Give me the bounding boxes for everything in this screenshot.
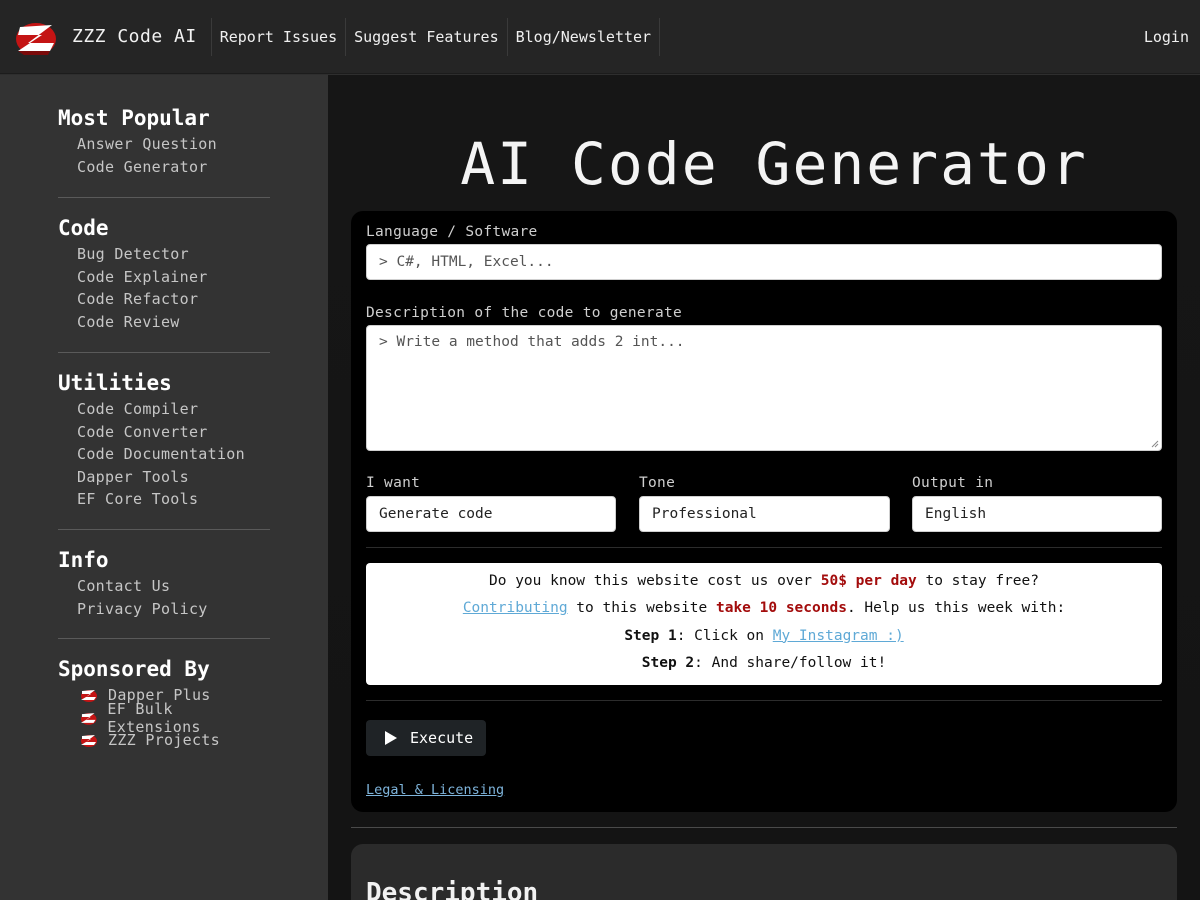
nav-report-issues[interactable]: Report Issues <box>210 17 345 56</box>
zzz-logo-icon <box>81 690 97 703</box>
sidebar-item-code-converter[interactable]: Code Converter <box>58 421 270 444</box>
page-title: AI Code Generator <box>460 130 1088 198</box>
form-divider <box>366 547 1162 548</box>
form-divider <box>366 700 1162 701</box>
want-label: I want <box>366 475 421 491</box>
zzz-logo-icon <box>80 712 97 725</box>
step-label: Step 2 <box>641 654 695 671</box>
sidebar-section-title: Info <box>58 548 109 572</box>
brand-name: ZZZ Code AI <box>72 26 197 47</box>
sidebar-item-code-review[interactable]: Code Review <box>58 311 270 334</box>
notice-line-2: Contributing to this website take 10 sec… <box>366 598 1162 625</box>
nav-suggest-features[interactable]: Suggest Features <box>345 17 507 56</box>
sidebar-item-code-refactor[interactable]: Code Refactor <box>58 288 270 311</box>
sidebar-section-most-popular: Most Popular Answer Question Code Genera… <box>58 103 270 178</box>
notice-text: . Help us this week with: <box>846 600 1066 617</box>
execute-label: Execute <box>410 729 474 747</box>
resize-handle-icon[interactable] <box>1151 440 1159 448</box>
sidebar-section-title: Utilities <box>58 371 172 395</box>
description-heading: Description <box>366 878 539 900</box>
sidebar: Most Popular Answer Question Code Genera… <box>0 75 328 900</box>
description-card: Description <box>351 844 1177 900</box>
zzz-logo-icon <box>16 22 56 55</box>
sidebar-divider <box>58 638 270 639</box>
execute-button[interactable]: Execute <box>366 720 486 756</box>
instagram-link[interactable]: My Instagram :) <box>773 628 904 644</box>
nav-blog-newsletter[interactable]: Blog/Newsletter <box>506 17 661 56</box>
description-label: Description of the code to generate <box>366 305 683 321</box>
sidebar-item-contact-us[interactable]: Contact Us <box>58 575 270 598</box>
description-textarea[interactable]: > Write a method that adds 2 int... <box>366 325 1162 451</box>
contributing-link[interactable]: Contributing <box>463 600 568 616</box>
sidebar-section-utilities: Utilities Code Compiler Code Converter C… <box>58 368 270 511</box>
want-select[interactable]: Generate code <box>366 496 616 532</box>
output-select[interactable]: English <box>912 496 1162 532</box>
play-icon <box>385 731 397 745</box>
sidebar-item-code-compiler[interactable]: Code Compiler <box>58 398 270 421</box>
sidebar-item-code-generator[interactable]: Code Generator <box>58 156 270 179</box>
notice-line-3: Step 1: Click on My Instagram :) <box>366 626 1162 653</box>
sidebar-section-title: Most Popular <box>58 106 210 130</box>
notice-text: to stay free? <box>916 573 1039 589</box>
sponsor-ef-bulk-extensions[interactable]: EF Bulk Extensions <box>58 700 270 736</box>
notice-line-1: Do you know this website cost us over 50… <box>366 571 1162 598</box>
sidebar-section-title: Code <box>58 216 109 240</box>
step-label: Step 1 <box>624 627 677 644</box>
sidebar-item-answer-question[interactable]: Answer Question <box>58 133 270 156</box>
notice-text: Do you know this website cost us over <box>489 573 821 589</box>
tone-label: Tone <box>639 475 676 491</box>
sidebar-divider <box>58 352 270 353</box>
zzz-logo-icon <box>81 735 97 748</box>
notice-highlight: 50$ per day <box>820 573 917 589</box>
sidebar-item-ef-core-tools[interactable]: EF Core Tools <box>58 488 270 511</box>
notice-text: : And share/follow it! <box>694 654 887 671</box>
sidebar-divider <box>58 197 270 198</box>
notice-text: : Click on <box>676 627 773 644</box>
notice-text: to this website <box>567 600 716 617</box>
output-label: Output in <box>912 475 994 491</box>
tone-select[interactable]: Professional <box>639 496 890 532</box>
sidebar-item-code-documentation[interactable]: Code Documentation <box>58 443 270 466</box>
sidebar-item-dapper-tools[interactable]: Dapper Tools <box>58 466 270 489</box>
notice-highlight: take 10 seconds <box>715 600 847 617</box>
top-navbar: ZZZ Code AI Report Issues Suggest Featur… <box>0 0 1200 74</box>
sidebar-item-bug-detector[interactable]: Bug Detector <box>58 243 270 266</box>
sidebar-section-sponsored: Sponsored By Dapper Plus EF Bulk Extensi… <box>58 654 270 752</box>
legal-licensing-link[interactable]: Legal & Licensing <box>366 782 504 798</box>
sidebar-section-title: Sponsored By <box>58 657 210 681</box>
sidebar-divider <box>58 529 270 530</box>
generator-form-card: Language / Software > C#, HTML, Excel...… <box>351 211 1177 812</box>
description-placeholder: > Write a method that adds 2 int... <box>379 334 685 350</box>
sidebar-section-info: Info Contact Us Privacy Policy <box>58 545 270 620</box>
sidebar-section-code: Code Bug Detector Code Explainer Code Re… <box>58 213 270 333</box>
login-link[interactable]: Login <box>1144 0 1189 74</box>
language-input[interactable]: > C#, HTML, Excel... <box>366 244 1162 280</box>
main-content: AI Code Generator Language / Software > … <box>328 75 1200 900</box>
sponsor-label: ZZZ Projects <box>108 731 220 750</box>
section-divider <box>351 827 1177 828</box>
notice-line-4: Step 2: And share/follow it! <box>366 653 1162 680</box>
sidebar-item-code-explainer[interactable]: Code Explainer <box>58 266 270 289</box>
sidebar-item-privacy-policy[interactable]: Privacy Policy <box>58 598 270 621</box>
language-label: Language / Software <box>366 224 538 240</box>
donation-notice: Do you know this website cost us over 50… <box>366 563 1162 685</box>
brand-link[interactable]: ZZZ Code AI <box>0 0 211 74</box>
